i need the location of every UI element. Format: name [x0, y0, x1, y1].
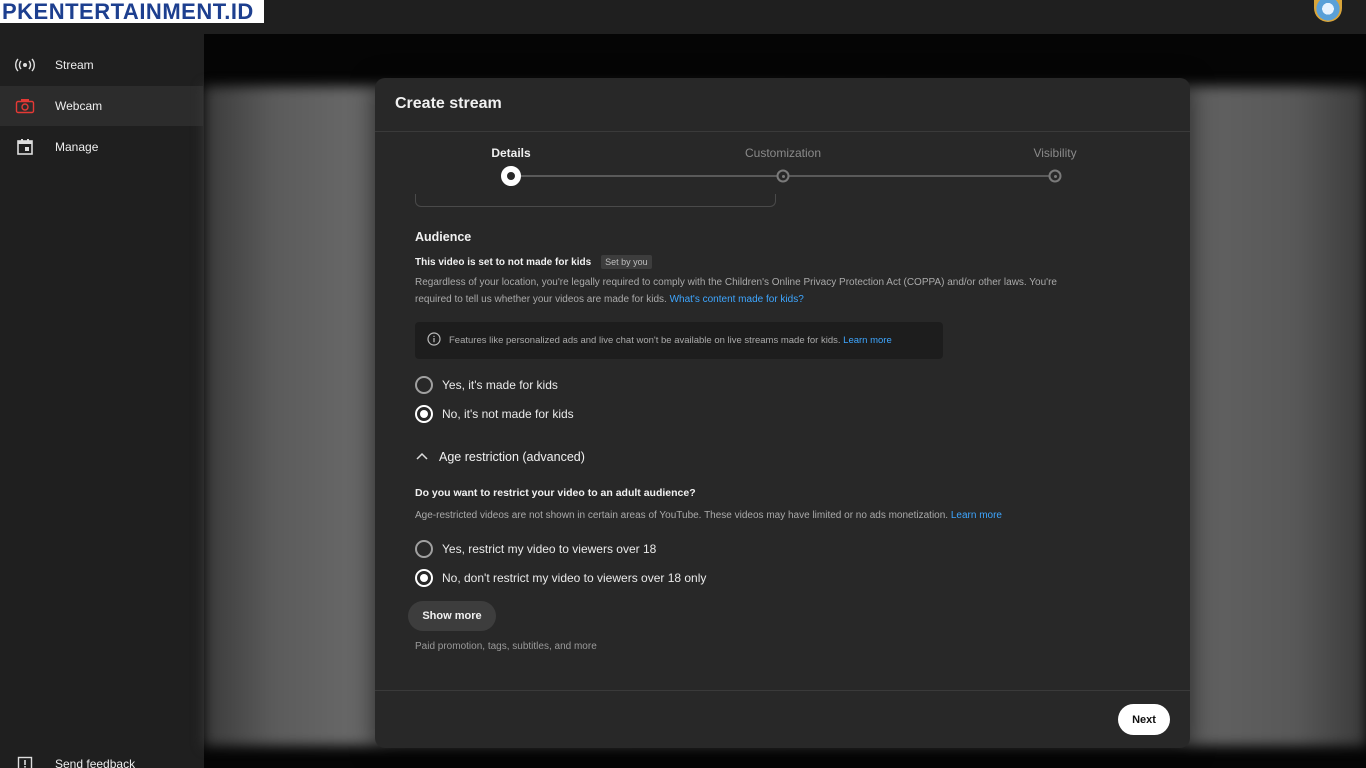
radio-button[interactable] [415, 405, 433, 423]
info-message: Features like personalized ads and live … [449, 335, 841, 346]
watermark-logo: PKENTERTAINMENT.ID [0, 0, 264, 23]
set-by-you-badge: Set by you [601, 255, 652, 269]
sidebar-item-label: Manage [55, 140, 99, 154]
made-for-kids-link[interactable]: What's content made for kids? [670, 294, 804, 305]
show-more-note: Paid promotion, tags, subtitles, and mor… [415, 641, 597, 652]
step-details-label[interactable]: Details [491, 146, 530, 160]
step-visibility-dot[interactable] [1048, 169, 1062, 183]
chevron-up-icon [415, 450, 429, 464]
sidebar-item-webcam[interactable]: Webcam [0, 86, 203, 126]
sidebar-item-feedback[interactable]: Send feedback [0, 744, 203, 768]
audience-status: This video is set to not made for kids S… [415, 255, 652, 269]
radio-age-restrict-no[interactable]: No, don't restrict my video to viewers o… [415, 569, 706, 587]
info-learn-more-link[interactable]: Learn more [843, 335, 892, 346]
age-restriction-label: Age restriction (advanced) [439, 450, 585, 464]
radio-made-for-kids-yes[interactable]: Yes, it's made for kids [415, 376, 558, 394]
coppa-paragraph-line1: Regardless of your location, you're lega… [415, 277, 1057, 288]
radio-button[interactable] [415, 376, 433, 394]
sidebar-item-label: Webcam [55, 99, 103, 113]
avatar[interactable] [1314, 0, 1342, 22]
broadcast-icon [15, 55, 35, 75]
radio-made-for-kids-no[interactable]: No, it's not made for kids [415, 405, 574, 423]
coppa-paragraph-line2: required to tell us whether your videos … [415, 291, 804, 308]
step-details-dot[interactable] [501, 166, 521, 186]
stepper: Details Customization Visibility [375, 138, 1190, 198]
create-stream-dialog: Create stream Details Customization Visi… [375, 78, 1190, 748]
sidebar-item-label: Send feedback [55, 757, 136, 768]
info-icon [427, 332, 441, 349]
coppa-paragraph-text: required to tell us whether your videos … [415, 294, 667, 305]
step-visibility-label[interactable]: Visibility [1033, 146, 1076, 160]
previous-field-edge [415, 194, 776, 207]
age-restriction-toggle[interactable]: Age restriction (advanced) [415, 450, 585, 464]
audience-status-text: This video is set to not made for kids [415, 256, 592, 268]
audience-heading: Audience [415, 230, 472, 244]
camera-icon [15, 96, 35, 116]
age-learn-more-link[interactable]: Learn more [951, 510, 1002, 521]
sidebar: Stream Webcam Manage Send feedback [0, 34, 204, 768]
age-description-text: Age-restricted videos are not shown in c… [415, 510, 949, 521]
step-customization-dot[interactable] [776, 169, 790, 183]
dialog-title: Create stream [395, 95, 502, 112]
info-text: Features like personalized ads and live … [449, 335, 892, 346]
step-connector [511, 175, 783, 177]
step-customization-label[interactable]: Customization [745, 146, 821, 160]
age-question: Do you want to restrict your video to an… [415, 487, 696, 499]
step-connector [783, 175, 1055, 177]
divider [375, 131, 1190, 132]
radio-button[interactable] [415, 569, 433, 587]
sidebar-item-label: Stream [55, 58, 94, 72]
feedback-icon [15, 754, 35, 768]
top-bar: PKENTERTAINMENT.ID [0, 0, 1366, 34]
radio-label: No, it's not made for kids [442, 407, 574, 421]
radio-label: Yes, restrict my video to viewers over 1… [442, 542, 657, 556]
sidebar-item-manage[interactable]: Manage [0, 127, 203, 167]
info-box: Features like personalized ads and live … [415, 322, 943, 359]
radio-label: No, don't restrict my video to viewers o… [442, 571, 707, 585]
radio-button[interactable] [415, 540, 433, 558]
divider [375, 690, 1190, 691]
radio-label: Yes, it's made for kids [442, 378, 558, 392]
next-button[interactable]: Next [1118, 704, 1170, 735]
radio-age-restrict-yes[interactable]: Yes, restrict my video to viewers over 1… [415, 540, 656, 558]
age-description: Age-restricted videos are not shown in c… [415, 507, 1002, 524]
show-more-button[interactable]: Show more [408, 601, 496, 631]
calendar-icon [15, 137, 35, 157]
sidebar-item-stream[interactable]: Stream [0, 45, 203, 85]
